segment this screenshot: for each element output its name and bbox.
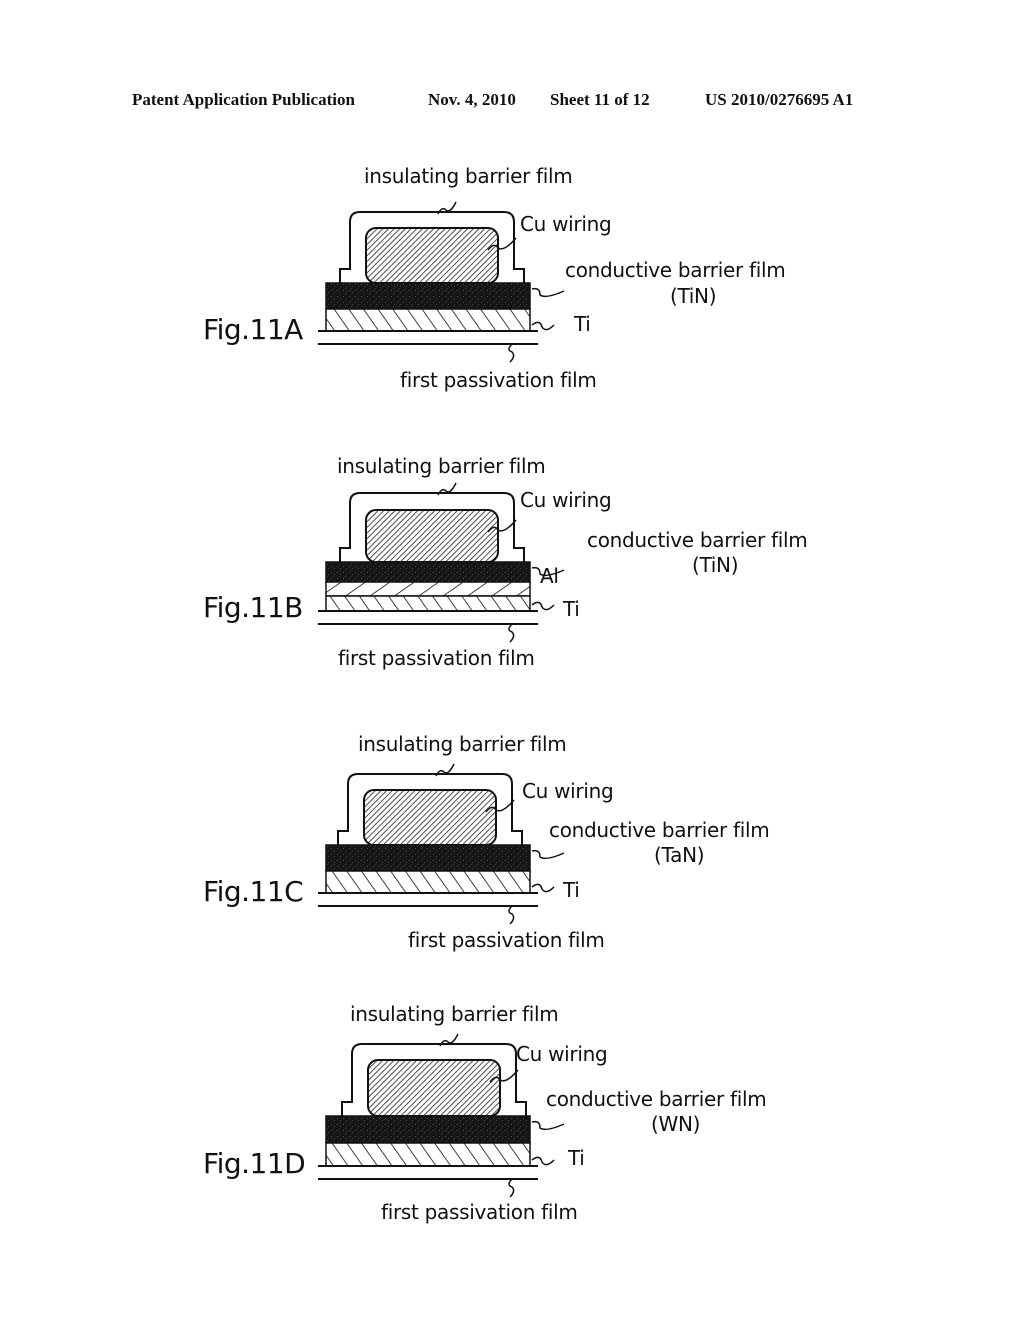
fig11c-cu-leader <box>485 799 515 813</box>
fig11a-cu-leader <box>487 237 517 251</box>
fig11b-passivation-leader <box>508 623 515 643</box>
header-date: Nov. 4, 2010 <box>428 90 516 109</box>
fig11b-cu-label: Cu wiring <box>520 488 612 512</box>
fig11b-title: Fig.11B <box>203 591 303 624</box>
fig11c-ti-label: Ti <box>563 878 580 902</box>
fig11d-insulating-label: insulating barrier film <box>350 1002 559 1026</box>
fig11c-conductive-barrier-layer <box>325 844 531 872</box>
fig11b-conductive-label: conductive barrier film <box>587 528 808 552</box>
fig11b-conductive-barrier-layer <box>325 561 531 583</box>
fig11d-material-label: (WN) <box>651 1112 701 1136</box>
fig11a-ti-label: Ti <box>574 312 591 336</box>
fig11d-conductive-leader <box>531 1120 565 1131</box>
fig11c-passivation-leader <box>508 905 515 925</box>
fig11d-insulating-leader <box>439 1033 459 1047</box>
fig11d-passivation-label: first passivation film <box>381 1200 578 1224</box>
fig11d-ti-leader <box>531 1156 555 1166</box>
fig11b-ti-layer <box>325 595 531 612</box>
fig11b-cu-wiring <box>365 509 499 563</box>
fig11a-conductive-barrier-layer <box>325 282 531 310</box>
fig11b-al-layer <box>325 581 531 597</box>
fig11c-insulating-label: insulating barrier film <box>358 732 567 756</box>
fig11d-passivation-leader <box>508 1178 515 1198</box>
fig11a-material-label: (TiN) <box>670 284 717 308</box>
fig11b-material-label: (TiN) <box>692 553 739 577</box>
fig11a-conductive-label: conductive barrier film <box>565 258 786 282</box>
fig11b-insulating-barrier-film <box>339 492 525 562</box>
fig11c-material-label: (TaN) <box>654 843 705 867</box>
fig11c-insulating-leader <box>435 763 455 777</box>
header-publication: Patent Application Publication <box>132 90 355 109</box>
fig11c-passivation-label: first passivation film <box>408 928 605 952</box>
fig11d-conductive-label: conductive barrier film <box>546 1087 767 1111</box>
fig11a-passivation-leader <box>508 343 515 363</box>
fig11b-insulating-label: insulating barrier film <box>337 454 546 478</box>
fig11a-conductive-leader <box>531 287 565 298</box>
fig11d-conductive-barrier-layer <box>325 1115 531 1144</box>
fig11b-al-label: Al <box>540 564 559 588</box>
fig11d-cu-label: Cu wiring <box>516 1042 608 1066</box>
fig11d-cu-wiring <box>367 1059 501 1117</box>
fig11c-title: Fig.11C <box>203 875 304 908</box>
fig11b-insulating-leader <box>437 482 457 496</box>
fig11c-cu-wiring <box>363 789 497 846</box>
fig11a-ti-leader <box>531 321 555 331</box>
header-sheet: Sheet 11 of 12 <box>550 90 650 109</box>
fig11c-ti-leader <box>531 883 555 893</box>
fig11a-insulating-label: insulating barrier film <box>364 164 573 188</box>
fig11c-conductive-leader <box>531 849 565 860</box>
fig11b-ti-label: Ti <box>563 597 580 621</box>
fig11d-ti-label: Ti <box>568 1146 585 1170</box>
fig11d-cu-leader <box>489 1069 519 1083</box>
fig11a-ti-layer <box>325 308 531 332</box>
fig11a-title: Fig.11A <box>203 313 303 346</box>
fig11c-ti-layer <box>325 870 531 894</box>
fig11d-ti-layer <box>325 1142 531 1167</box>
fig11b-cu-leader <box>487 519 517 533</box>
fig11a-passivation-label: first passivation film <box>400 368 597 392</box>
fig11c-insulating-barrier-film <box>337 773 523 845</box>
fig11a-cu-label: Cu wiring <box>520 212 612 236</box>
header-number: US 2010/0276695 A1 <box>705 90 854 109</box>
fig11b-ti-leader <box>531 601 555 611</box>
fig11a-insulating-leader <box>437 201 457 215</box>
fig11b-passivation-label: first passivation film <box>338 646 535 670</box>
fig11a-cu-wiring <box>365 227 499 284</box>
fig11c-conductive-label: conductive barrier film <box>549 818 770 842</box>
fig11a-insulating-barrier-film <box>339 211 525 283</box>
fig11c-cu-label: Cu wiring <box>522 779 614 803</box>
fig11d-title: Fig.11D <box>203 1147 306 1180</box>
fig11d-insulating-barrier-film <box>341 1043 527 1116</box>
